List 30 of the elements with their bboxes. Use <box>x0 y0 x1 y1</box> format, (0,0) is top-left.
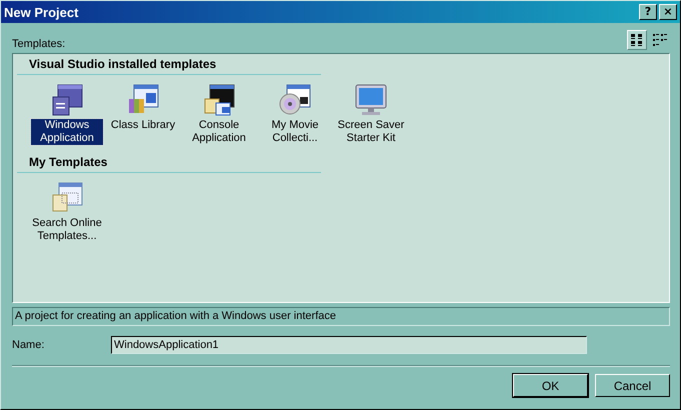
console-window-icon <box>202 83 236 117</box>
template-label: Windows Application <box>31 119 103 145</box>
template-item[interactable]: Windows Application <box>31 81 103 145</box>
disc-window-icon <box>278 83 312 117</box>
group-header: Visual Studio installed templates <box>17 55 321 75</box>
group-header: My Templates <box>17 153 321 173</box>
template-label: Screen Saver Starter Kit <box>336 119 406 145</box>
monitor-icon <box>354 83 388 117</box>
window-title: New Project <box>4 4 78 20</box>
template-label: My Movie Collecti... <box>270 119 320 145</box>
grid-icon <box>630 33 644 47</box>
template-item[interactable]: Search Online Templates... <box>31 179 103 243</box>
close-button[interactable]: × <box>659 4 677 20</box>
description-text: A project for creating an application with a Windows user interface <box>12 307 670 326</box>
template-item[interactable]: Screen Saver Starter Kit <box>335 81 407 145</box>
template-label: Console Application <box>191 119 247 145</box>
large-icons-view-button[interactable] <box>627 30 647 50</box>
ok-button[interactable]: OK <box>513 374 588 397</box>
list-icon <box>653 33 667 47</box>
template-label: Search Online Templates... <box>31 217 103 243</box>
window-icon <box>50 83 84 117</box>
name-field[interactable]: WindowsApplication1 <box>111 336 587 354</box>
template-item[interactable]: Class Library <box>107 81 179 145</box>
help-button[interactable]: ? <box>639 4 657 20</box>
templates-label: Templates: <box>12 37 66 50</box>
cancel-button[interactable]: Cancel <box>595 374 670 397</box>
template-label: Class Library <box>110 119 176 132</box>
template-item[interactable]: Console Application <box>183 81 255 145</box>
template-item[interactable]: My Movie Collecti... <box>259 81 331 145</box>
name-label: Name: <box>12 339 46 351</box>
